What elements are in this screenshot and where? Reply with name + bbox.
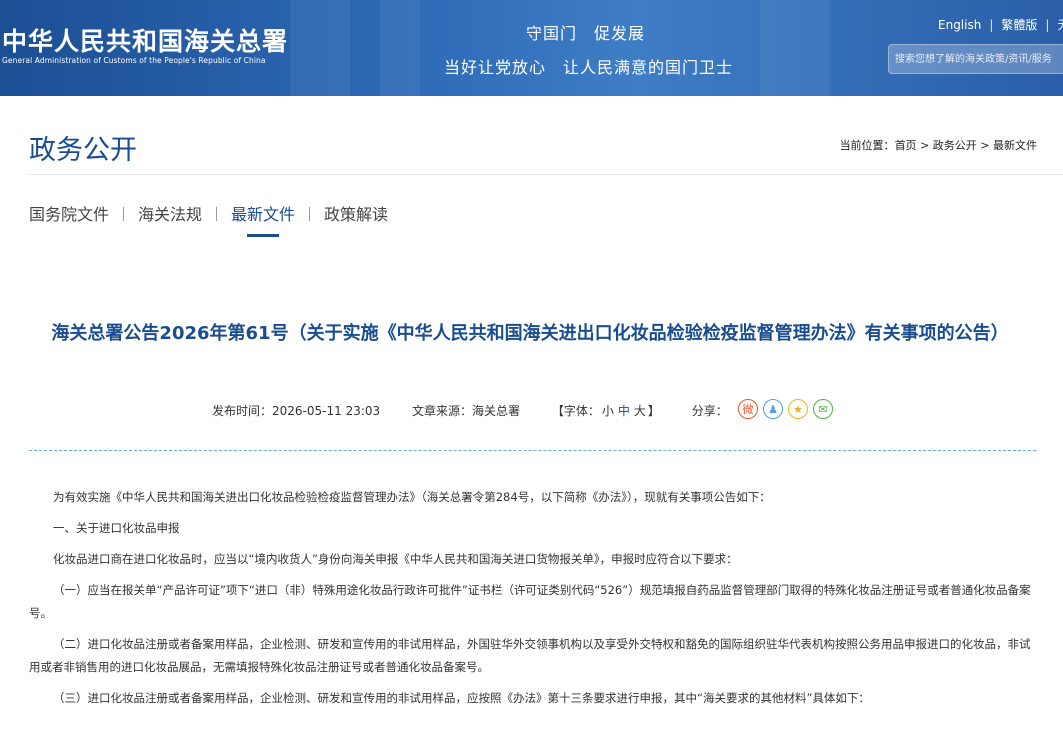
breadcrumb-latest-docs[interactable]: 最新文件 [993,139,1037,152]
font-size-small[interactable]: 小 [602,404,614,418]
breadcrumb-prefix: 当前位置： [839,139,895,152]
article-paragraph: （三）进口化妆品注册或者备案用样品，企业检测、研发和宣传用的非试用样品，应按照《… [53,691,870,705]
article-paragraph: 为有效实施《中华人民共和国海关进出口化妆品检验检疫监督管理办法》（海关总署令第2… [53,490,771,504]
share-label: 分享： [691,404,728,418]
font-size-label-close: 】 [647,404,660,418]
font-size-large[interactable]: 大 [634,404,646,418]
article-meta: 发布时间：2026-05-11 23:03 文章来源：海关总署 【字体：小中大】… [212,402,728,419]
link-separator: | [989,18,994,32]
category-tabs: 国务院文件 海关法规 最新文件 政策解读 [29,201,388,237]
slogan-line-1: 守国门 促发展 [526,24,646,43]
breadcrumb: 当前位置：首页 > 政务公开 > 最新文件 [840,137,1037,153]
tab-separator [309,207,311,221]
traditional-chinese-link[interactable]: 繁體版 [1001,18,1037,32]
breadcrumb-gov-affairs[interactable]: 政务公开 [933,139,977,152]
tab-state-council-docs[interactable]: 国务院文件 [29,201,109,225]
qzone-icon[interactable]: ★ [788,399,808,419]
top-links: English | 繁體版 | 无障 [938,16,1063,33]
article-paragraph: （一）应当在报关单“产品许可证”项下“进口（非）特殊用途化妆品行政许可批件”证书… [29,583,1031,620]
link-separator: | [1045,18,1050,32]
font-size-label: 【字体： [551,404,600,418]
site-logo[interactable]: 中华人民共和国海关总署 [2,22,288,58]
font-size-medium[interactable]: 中 [618,404,630,418]
article-divider [29,450,1036,451]
publish-time-label: 发布时间： [212,404,273,418]
breadcrumb-separator: > [916,139,933,152]
share-icons: 微 ♟ ★ ✉ [738,398,838,419]
weibo-icon[interactable]: 微 [738,399,758,419]
accessibility-link[interactable]: 无障 [1057,18,1063,32]
breadcrumb-separator: > [976,139,993,152]
slogan-line-2: 当好让党放心 让人民满意的国门卫士 [444,58,734,77]
section-title: 政务公开 [29,135,137,166]
breadcrumb-home[interactable]: 首页 [895,139,917,152]
article-title: 海关总署公告2026年第61号（关于实施《中华人民共和国海关进出口化妆品检验检疫… [51,323,1009,344]
tab-separator [216,207,218,221]
article-paragraph: 化妆品进口商在进口化妆品时，应当以“境内收货人”身份向海关申报《中华人民共和国海… [53,552,738,566]
tab-policy-interpretation[interactable]: 政策解读 [324,201,388,225]
tab-latest-documents[interactable]: 最新文件 [231,201,295,237]
site-header: 中华人民共和国海关总署 General Administration of Cu… [0,0,1063,96]
tab-separator [123,207,125,221]
article-paragraph: （二）进口化妆品注册或者备案用样品，企业检测、研发和宣传用的非试用样品，外国驻华… [29,637,1031,674]
publish-time: 2026-05-11 23:03 [272,404,381,418]
article-body: 为有效实施《中华人民共和国海关进出口化妆品检验检疫监督管理办法》（海关总署令第2… [29,486,1038,718]
header-decoration [760,0,830,96]
search-input[interactable] [889,45,1063,73]
english-link[interactable]: English [938,18,981,32]
article-paragraph: 一、关于进口化妆品申报 [53,521,180,535]
search-box [888,44,1063,74]
site-logo-english: General Administration of Customs of the… [2,56,266,65]
wechat-icon[interactable]: ✉ [813,399,833,419]
article-source: 海关总署 [472,404,521,418]
header-decoration [380,0,420,96]
section-divider [29,174,1063,175]
tab-customs-regulations[interactable]: 海关法规 [138,201,202,225]
source-label: 文章来源： [411,404,472,418]
header-decoration [290,0,350,96]
qq-icon[interactable]: ♟ [763,399,783,419]
